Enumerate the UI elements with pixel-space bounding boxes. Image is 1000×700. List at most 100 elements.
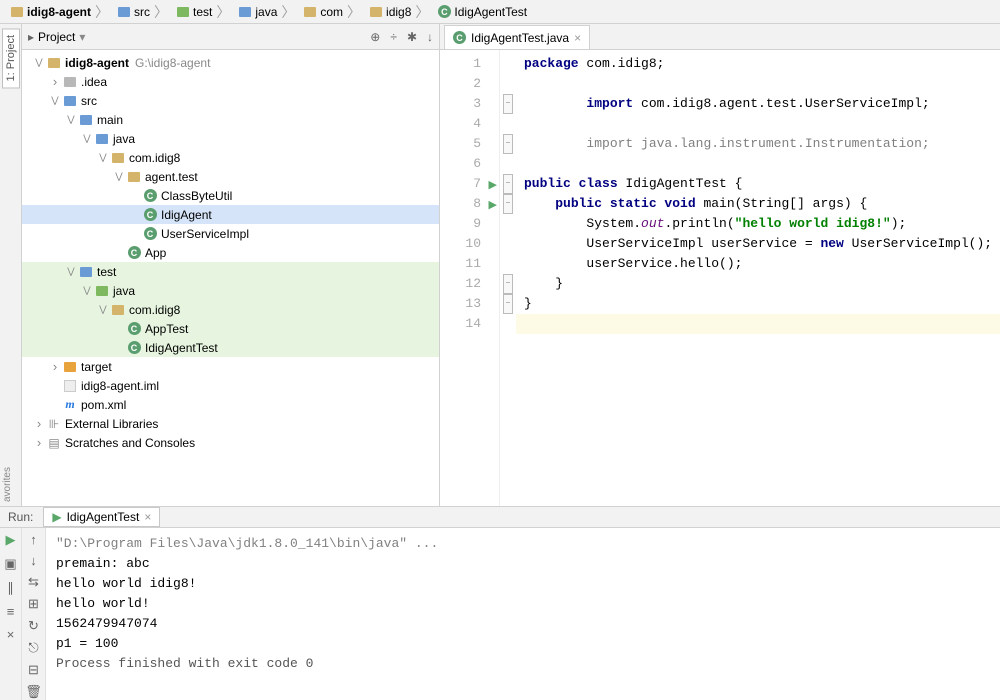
fold-gutter[interactable]: −−−−−−	[500, 50, 516, 506]
code-line[interactable]	[516, 114, 1000, 134]
breadcrumb-item[interactable]: idig8〉	[365, 2, 433, 22]
tree-node[interactable]: ⋁java	[22, 129, 439, 148]
toolbar-button[interactable]: ✱	[407, 30, 417, 44]
tree-arrow-icon[interactable]: ⋁	[112, 171, 126, 182]
tree-node[interactable]: mpom.xml	[22, 395, 439, 414]
tree-arrow-icon[interactable]: ⋁	[32, 57, 46, 68]
tree-node[interactable]: ⋁com.idig8	[22, 148, 439, 167]
code-line[interactable]: import com.idig8.agent.test.UserServiceI…	[516, 94, 1000, 114]
code-line[interactable]: userService.hello();	[516, 254, 1000, 274]
run-action-button[interactable]: ×	[7, 627, 15, 642]
tree-node[interactable]: ⋁main	[22, 110, 439, 129]
tree-arrow-icon[interactable]: ⋁	[64, 266, 78, 277]
run-config-tab[interactable]: ▶ IdigAgentTest ×	[43, 507, 160, 527]
tree-node[interactable]: ⋁java	[22, 281, 439, 300]
editor-panel: C IdigAgentTest.java × 12345678910111213…	[440, 24, 1000, 506]
toolbar-button[interactable]: ↓	[427, 30, 433, 44]
code-line[interactable]	[516, 314, 1000, 334]
tree-arrow-icon[interactable]: ⋁	[80, 285, 94, 296]
tree-arrow-icon[interactable]: ›	[48, 74, 62, 89]
code-line[interactable]: System.out.println("hello world idig8!")…	[516, 214, 1000, 234]
breadcrumb-item[interactable]: test〉	[172, 2, 234, 22]
tree-arrow-icon[interactable]: ›	[32, 416, 46, 431]
tree-node[interactable]: ⋁test	[22, 262, 439, 281]
tree-node[interactable]: ⋁com.idig8	[22, 300, 439, 319]
fold-marker[interactable]: −	[503, 174, 513, 194]
run-action-button[interactable]: ▣	[4, 556, 16, 572]
tree-hint: G:\idig8-agent	[135, 56, 210, 70]
module-icon	[62, 378, 78, 394]
tree-arrow-icon[interactable]: ›	[48, 359, 62, 374]
run-action-button[interactable]: ⊞	[28, 596, 39, 612]
breadcrumb-item[interactable]: idig8-agent〉	[6, 2, 113, 22]
run-action-button[interactable]: 🗑	[25, 684, 42, 700]
tree-arrow-icon[interactable]: ›	[32, 435, 46, 450]
tree-arrow-icon[interactable]: ⋁	[96, 304, 110, 315]
run-action-button[interactable]: ▶	[6, 532, 16, 548]
project-tree[interactable]: ⋁idig8-agentG:\idig8-agent›.idea⋁src⋁mai…	[22, 50, 439, 506]
tree-node[interactable]: CAppTest	[22, 319, 439, 338]
folder-icon	[110, 150, 126, 166]
run-action-button[interactable]: ∥	[7, 580, 14, 596]
breadcrumb-item[interactable]: com〉	[299, 2, 365, 22]
tree-node[interactable]: CClassByteUtil	[22, 186, 439, 205]
code-line[interactable]	[516, 154, 1000, 174]
code-line[interactable]: import java.lang.instrument.Instrumentat…	[516, 134, 1000, 154]
library-icon: ⊪	[46, 416, 62, 432]
code-line[interactable]: }	[516, 274, 1000, 294]
tree-arrow-icon[interactable]: ⋁	[64, 114, 78, 125]
run-action-button[interactable]: ↻	[28, 618, 39, 634]
tree-node[interactable]: ⋁src	[22, 91, 439, 110]
class-icon: C	[437, 5, 451, 19]
run-action-button[interactable]: ⇆	[28, 574, 39, 590]
close-icon[interactable]: ×	[574, 31, 581, 45]
tree-node[interactable]: CIdigAgent	[22, 205, 439, 224]
project-tool-tab[interactable]: 1: Project	[2, 28, 20, 88]
breadcrumb-item[interactable]: src〉	[113, 2, 172, 22]
run-action-button[interactable]: ⊟	[28, 662, 39, 678]
fold-marker[interactable]: −	[503, 134, 513, 154]
code-line[interactable]	[516, 74, 1000, 94]
code-line[interactable]: public static void main(String[] args) {	[516, 194, 1000, 214]
run-action-button[interactable]: ↓	[30, 553, 37, 568]
console-output[interactable]: "D:\Program Files\Java\jdk1.8.0_141\bin\…	[46, 528, 1000, 700]
folder-icon	[369, 5, 383, 19]
breadcrumb-item[interactable]: CIdigAgentTest	[433, 5, 531, 19]
toolbar-button[interactable]: ⊕	[370, 30, 380, 44]
breadcrumb-item[interactable]: java〉	[234, 2, 299, 22]
tree-node[interactable]: ›⊪External Libraries	[22, 414, 439, 433]
code-area[interactable]: package com.idig8; import com.idig8.agen…	[516, 50, 1000, 506]
fold-marker[interactable]: −	[503, 294, 513, 314]
code-line[interactable]: }	[516, 294, 1000, 314]
fold-marker[interactable]: −	[503, 194, 513, 214]
code-editor[interactable]: 1234567891011121314 −−−−−− package com.i…	[440, 50, 1000, 506]
line-gutter[interactable]: 1234567891011121314	[440, 50, 500, 506]
favorites-tool-tab[interactable]: avorites	[0, 463, 20, 506]
code-line[interactable]: package com.idig8;	[516, 54, 1000, 74]
run-action-button[interactable]: ↑	[30, 532, 37, 547]
tree-node[interactable]: CApp	[22, 243, 439, 262]
tree-arrow-icon[interactable]: ⋁	[80, 133, 94, 144]
code-line[interactable]: public class IdigAgentTest {	[516, 174, 1000, 194]
fold-marker[interactable]: −	[503, 274, 513, 294]
tree-node[interactable]: idig8-agent.iml	[22, 376, 439, 395]
tree-arrow-icon[interactable]: ⋁	[48, 95, 62, 106]
tree-node[interactable]: CIdigAgentTest	[22, 338, 439, 357]
tree-arrow-icon[interactable]: ⋁	[96, 152, 110, 163]
folder-icon	[94, 283, 110, 299]
toolbar-button[interactable]: ÷	[390, 30, 397, 44]
run-action-button[interactable]: ⎋	[28, 640, 38, 656]
tree-node[interactable]: ›.idea	[22, 72, 439, 91]
tree-node[interactable]: ⋁idig8-agentG:\idig8-agent	[22, 53, 439, 72]
tree-label: AppTest	[145, 322, 188, 336]
project-title[interactable]: ▸ Project ▾	[28, 30, 370, 44]
tree-node[interactable]: ›target	[22, 357, 439, 376]
fold-marker[interactable]: −	[503, 94, 513, 114]
tree-node[interactable]: ⋁agent.test	[22, 167, 439, 186]
tree-node[interactable]: ›▤Scratches and Consoles	[22, 433, 439, 452]
tree-node[interactable]: CUserServiceImpl	[22, 224, 439, 243]
run-action-button[interactable]: ≡	[7, 604, 15, 619]
editor-tab[interactable]: C IdigAgentTest.java ×	[444, 25, 590, 49]
code-line[interactable]: UserServiceImpl userService = new UserSe…	[516, 234, 1000, 254]
folder-icon	[62, 93, 78, 109]
